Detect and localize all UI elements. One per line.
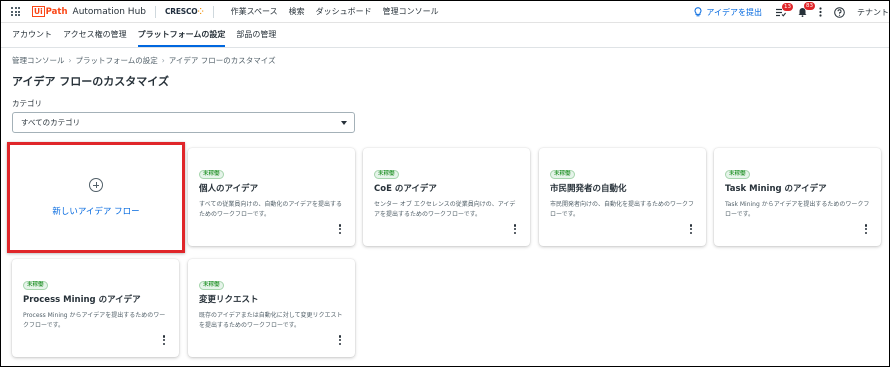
- top-nav: 作業スペース 検索 ダッシュボード 管理コンソール: [231, 6, 450, 17]
- category-select[interactable]: すべてのカテゴリ: [12, 112, 355, 133]
- header-divider: [212, 5, 214, 18]
- flow-description: センター オブ エクセレンスの従業員向けの、アイデアを提出するためのワークフロー…: [374, 201, 516, 218]
- app-launcher-icon[interactable]: [11, 7, 20, 16]
- help-button[interactable]: [834, 6, 845, 18]
- more-menu-button[interactable]: [819, 7, 822, 17]
- logo-path: Path: [45, 6, 68, 17]
- breadcrumb: 管理コンソール › プラットフォームの設定 › アイデア フローのカスタマイズ: [12, 55, 276, 66]
- flow-card-process-mining[interactable]: 未稼働 Process Mining のアイデア Process Mining …: [12, 259, 179, 357]
- flow-card-citizen-developer[interactable]: 未稼働 市民開発者の自動化 市民開発者向けの、自動化を提出するためのワークフロー…: [539, 148, 706, 246]
- breadcrumb-platform-settings[interactable]: プラットフォームの設定: [76, 55, 158, 66]
- flow-title: CoE のアイデア: [374, 184, 437, 194]
- org-logo-mark: ⁘: [197, 7, 204, 16]
- more-vert-icon[interactable]: [339, 335, 342, 345]
- tasks-button[interactable]: 13: [776, 2, 793, 17]
- tasks-badge: 13: [782, 2, 793, 11]
- flow-card-coe[interactable]: 未稼働 CoE のアイデア センター オブ エクセレンスの従業員向けの、アイデア…: [363, 148, 530, 246]
- submit-idea-label: アイデアを提出: [706, 7, 762, 17]
- nav-dashboard[interactable]: ダッシュボード: [316, 6, 372, 17]
- flow-title: 個人のアイデア: [199, 184, 259, 194]
- more-vert-icon[interactable]: [163, 335, 166, 345]
- top-right-actions: アイデアを提出 13 83 テナント: [694, 1, 889, 23]
- lightbulb-icon: [694, 7, 702, 17]
- org-logo: CRESCO⁘: [165, 7, 204, 16]
- nav-search[interactable]: 検索: [289, 6, 305, 17]
- chevron-right-icon: ›: [68, 56, 72, 65]
- flow-description: 既存のアイデアまたは自動化に対して変更リクエストを提出するためのワークフローです…: [199, 312, 343, 329]
- status-badge: 未稼働: [374, 170, 399, 179]
- more-vert-icon: [819, 7, 822, 17]
- flow-title: 市民開発者の自動化: [550, 184, 627, 194]
- tab-access-management[interactable]: アクセス権の管理: [63, 23, 127, 47]
- submit-idea-button[interactable]: アイデアを提出: [694, 7, 762, 18]
- flow-description: すべての従業員向けの、自動化のアイデアを提出するためのワークフローです。: [199, 201, 343, 218]
- logo-ui: Ui: [32, 6, 45, 17]
- tab-accounts[interactable]: アカウント: [12, 23, 52, 47]
- flow-card-change-request[interactable]: 未稼働 変更リクエスト 既存のアイデアまたは自動化に対して変更リクエストを提出す…: [188, 259, 355, 357]
- tenant-selector[interactable]: テナント: [857, 7, 889, 18]
- breadcrumb-admin-console[interactable]: 管理コンソール: [12, 55, 65, 66]
- breadcrumb-current: アイデア フローのカスタマイズ: [168, 56, 276, 65]
- flow-description: Process Mining からアイデアを提出するためのワークフローです。: [23, 312, 166, 329]
- status-badge: 未稼働: [550, 170, 575, 179]
- nav-workspace[interactable]: 作業スペース: [231, 6, 278, 17]
- top-bar: Ui Path Automation Hub CRESCO⁘ 作業スペース 検索…: [1, 1, 889, 23]
- status-badge: 未稼働: [23, 281, 48, 290]
- header-divider: [155, 5, 156, 18]
- more-vert-icon[interactable]: [690, 224, 693, 234]
- flow-title: Process Mining のアイデア: [23, 295, 141, 305]
- new-idea-flow-label: 新しいアイデア フロー: [52, 207, 140, 217]
- uipath-logo[interactable]: Ui Path Automation Hub: [32, 6, 146, 17]
- help-icon: [834, 6, 845, 18]
- tab-platform-settings[interactable]: プラットフォームの設定: [137, 23, 226, 47]
- notifications-badge: 83: [804, 2, 815, 10]
- app-name: Automation Hub: [72, 6, 146, 17]
- chevron-right-icon: ›: [161, 56, 165, 65]
- category-selected-value: すべてのカテゴリ: [21, 118, 81, 127]
- nav-admin-console[interactable]: 管理コンソール: [383, 6, 439, 17]
- status-badge: 未稼働: [725, 170, 750, 179]
- status-badge: 未稼働: [199, 281, 224, 290]
- more-vert-icon[interactable]: [514, 224, 517, 234]
- tab-components-management[interactable]: 部品の管理: [236, 23, 276, 47]
- notifications-button[interactable]: 83: [798, 2, 815, 17]
- more-vert-icon[interactable]: [865, 224, 868, 234]
- page-title: アイデア フローのカスタマイズ: [12, 75, 169, 88]
- chevron-down-icon: [341, 121, 347, 125]
- flow-title: Task Mining のアイデア: [725, 184, 827, 194]
- category-label: カテゴリ: [12, 99, 42, 108]
- admin-subnav: アカウント アクセス権の管理 プラットフォームの設定 部品の管理: [1, 24, 889, 48]
- flow-description: 市民開発者向けの、自動化を提出するためのワークフローです。: [550, 201, 695, 218]
- flow-card-personal[interactable]: 未稼働 個人のアイデア すべての従業員向けの、自動化のアイデアを提出するためのワ…: [188, 148, 355, 246]
- status-badge: 未稼働: [199, 170, 224, 179]
- add-circle-icon: [89, 178, 103, 192]
- more-vert-icon[interactable]: [339, 224, 342, 234]
- new-idea-flow-card[interactable]: 新しいアイデア フロー: [7, 142, 185, 253]
- flow-description: Task Mining からアイデアを提出するためのワークフローです。: [725, 201, 870, 218]
- flow-title: 変更リクエスト: [199, 295, 259, 305]
- flow-card-task-mining[interactable]: 未稼働 Task Mining のアイデア Task Mining からアイデア…: [714, 148, 881, 246]
